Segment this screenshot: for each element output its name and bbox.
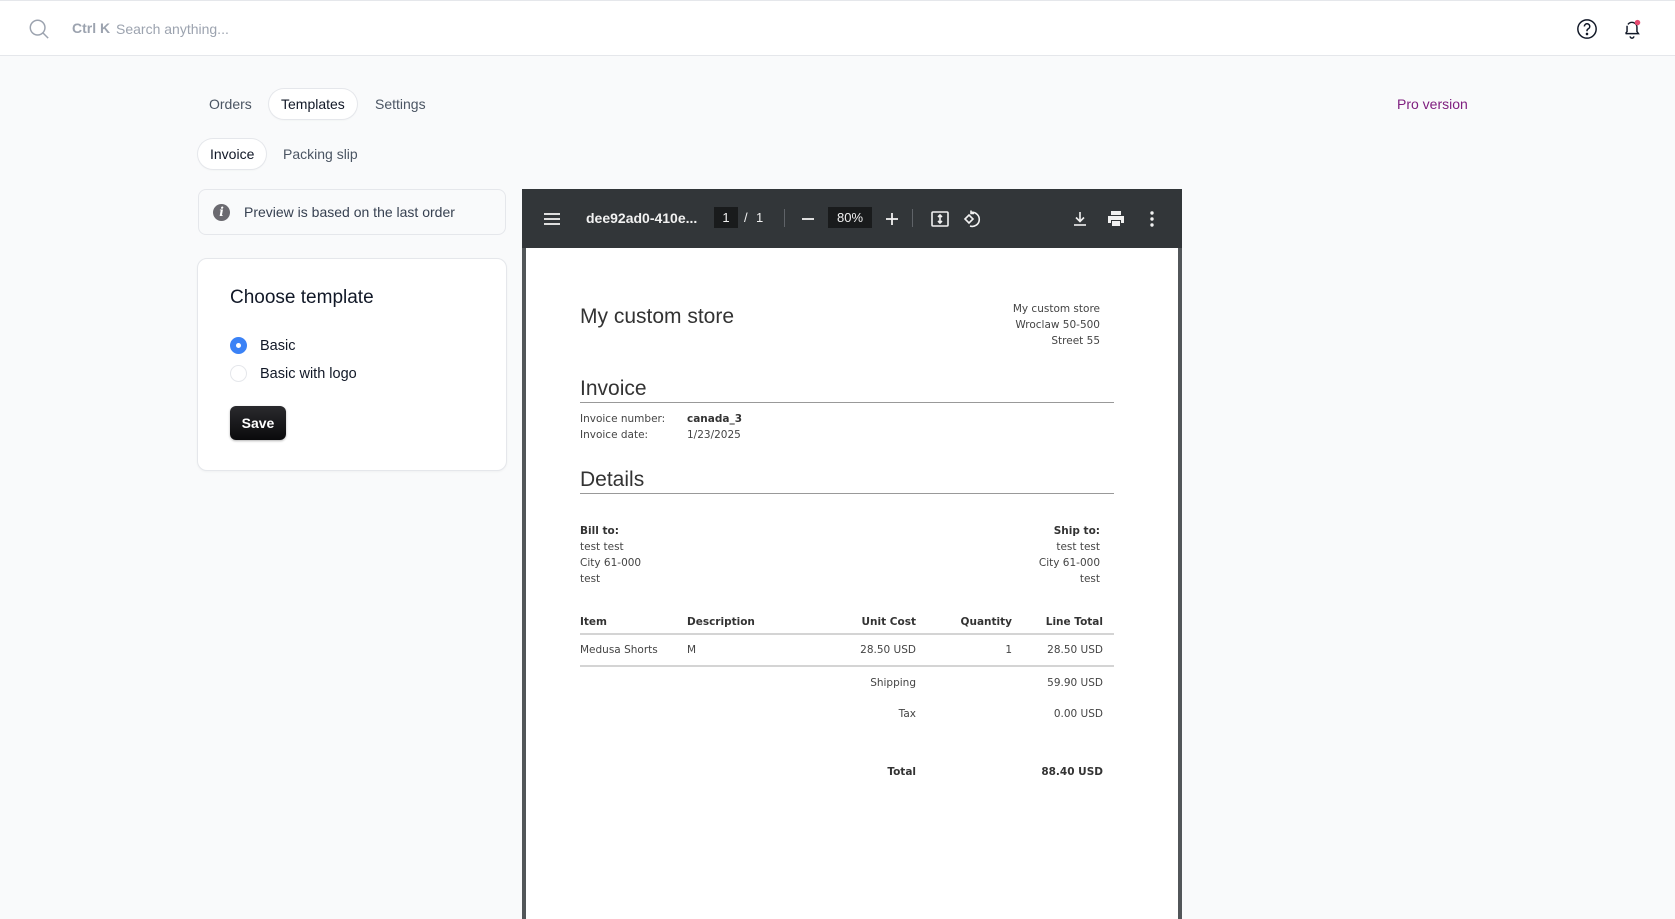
bill-to: Bill to: test test City 61-000 test — [580, 523, 641, 587]
tab-templates[interactable]: Templates — [269, 89, 357, 119]
pdf-toolbar: dee92ad0-410e... / 1 — [522, 189, 1182, 248]
store-address: My custom store Wroclaw 50-500 Street 55 — [1013, 301, 1100, 349]
total-pages: 1 — [756, 210, 764, 225]
ship-to-line: City 61-000 — [1038, 557, 1100, 569]
bill-to-line: test — [580, 573, 601, 585]
total-row: Total 88.40 USD — [580, 730, 1114, 778]
tab-settings[interactable]: Settings — [363, 89, 438, 119]
ship-to: Ship to: test test City 61-000 test — [1039, 523, 1100, 587]
invoice-meta: Invoice number: canada_3 Invoice date: 1/2… — [580, 411, 742, 443]
cell-quantity: 1 — [916, 634, 1012, 667]
shipping-value: 59.90 USD — [1047, 676, 1103, 689]
rotate-icon[interactable] — [962, 209, 982, 229]
info-icon: i — [213, 204, 230, 221]
menu-icon[interactable] — [542, 209, 562, 229]
ship-to-label: Ship to: — [1053, 525, 1100, 537]
ship-to-line: test test — [1056, 541, 1100, 553]
ship-to-line: test — [1079, 573, 1100, 585]
cell-unit-cost: 28.50 USD — [797, 634, 916, 667]
search-input[interactable] — [116, 15, 516, 43]
bell-icon[interactable] — [1621, 18, 1643, 40]
info-text: Preview is based on the last order — [244, 204, 455, 220]
bill-to-line: test test — [580, 541, 624, 553]
store-address-line: Wroclaw 50-500 — [1015, 319, 1100, 331]
notification-dot — [1634, 19, 1641, 26]
column-header-item: Item — [580, 610, 687, 635]
total-label: Total — [887, 766, 916, 778]
tax-value: 0.00 USD — [1053, 708, 1103, 720]
toolbar-divider — [912, 209, 913, 227]
radio-button-checked[interactable] — [230, 337, 247, 354]
pdf-page: My custom store My custom store Wroclaw … — [526, 248, 1178, 919]
pdf-viewer: dee92ad0-410e... / 1 — [522, 189, 1182, 919]
toolbar-divider — [784, 209, 785, 227]
choose-template-card: Choose template Basic Basic with logo Sa… — [197, 258, 507, 471]
zoom-in-icon[interactable] — [882, 209, 902, 229]
invoice-date-label: Invoice date: — [580, 429, 649, 441]
shipping-row: Shipping 59.90 USD — [580, 666, 1114, 698]
zoom-out-icon[interactable] — [798, 209, 818, 229]
search-shortcut: Ctrl K — [72, 20, 111, 36]
invoice-date-value: 1/23/2025 — [687, 429, 741, 441]
page-number-input[interactable] — [714, 207, 738, 228]
invoice-heading: Invoice — [580, 376, 1114, 403]
top-bar: Ctrl K — [0, 0, 1675, 56]
more-options-icon[interactable] — [1142, 209, 1162, 229]
radio-label: Basic with logo — [260, 365, 357, 382]
table-row: Medusa Shorts M 28.50 USD 1 28.50 USD — [580, 634, 1114, 667]
store-address-line: Street 55 — [1051, 335, 1100, 347]
tax-row: Tax 0.00 USD — [580, 698, 1114, 730]
cell-line-total: 28.50 USD — [1012, 634, 1114, 667]
invoice-number-value: canada_3 — [687, 413, 743, 425]
print-icon[interactable] — [1106, 209, 1126, 229]
details-heading: Details — [580, 467, 1114, 494]
tab-orders[interactable]: Orders — [197, 89, 264, 119]
cell-item: Medusa Shorts — [580, 634, 687, 667]
card-title: Choose template — [230, 287, 374, 308]
radio-label: Basic — [260, 337, 296, 354]
column-header-line-total: Line Total — [1012, 610, 1114, 635]
line-items-table: Item Description Unit Cost Quantity Line… — [580, 610, 1114, 778]
radio-option-basic[interactable]: Basic — [230, 337, 295, 354]
download-icon[interactable] — [1070, 209, 1090, 229]
fit-page-icon[interactable] — [930, 209, 950, 229]
store-address-line: My custom store — [1012, 303, 1100, 315]
store-name: My custom store — [580, 305, 735, 328]
shipping-label: Shipping — [870, 676, 916, 689]
help-icon[interactable] — [1576, 18, 1598, 40]
table-header-row: Item Description Unit Cost Quantity Line… — [580, 610, 1114, 635]
radio-button[interactable] — [230, 365, 247, 382]
invoice-number-label: Invoice number: — [580, 413, 666, 425]
document-name: dee92ad0-410e... — [586, 210, 698, 226]
column-header-unit-cost: Unit Cost — [797, 610, 916, 635]
column-header-description: Description — [687, 610, 797, 635]
total-value: 88.40 USD — [1041, 766, 1103, 778]
subtab-packing-slip[interactable]: Packing slip — [271, 139, 370, 169]
pro-version-link[interactable]: Pro version — [1397, 96, 1468, 112]
search-icon — [29, 19, 49, 39]
page-separator: / — [744, 210, 748, 225]
bill-to-label: Bill to: — [580, 525, 619, 537]
radio-option-basic-with-logo[interactable]: Basic with logo — [230, 365, 357, 382]
zoom-level-input[interactable] — [828, 207, 872, 228]
tax-label: Tax — [898, 708, 916, 720]
info-banner: i Preview is based on the last order — [198, 189, 506, 235]
cell-description: M — [687, 634, 797, 667]
bill-to-line: City 61-000 — [580, 557, 642, 569]
column-header-quantity: Quantity — [916, 610, 1012, 635]
subtab-invoice[interactable]: Invoice — [198, 139, 267, 169]
save-button[interactable]: Save — [230, 406, 286, 440]
